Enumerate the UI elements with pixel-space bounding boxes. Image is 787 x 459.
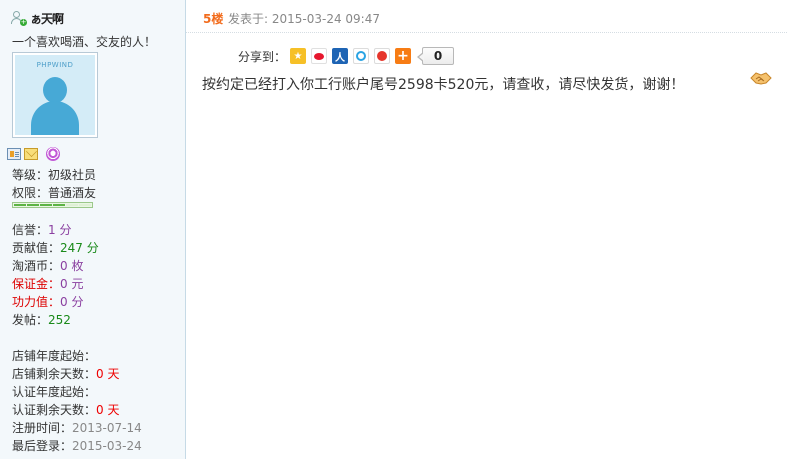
shop-year-start: 店铺年度起始：: [12, 347, 96, 364]
user-sidebar: + ぁ天啊 一个喜欢喝酒、交友的人！ PHPWIND 等级：初级社员 权限：普通…: [0, 0, 186, 459]
permission-label: 权限：: [12, 186, 49, 200]
renren-icon[interactable]: 人: [332, 48, 349, 64]
level-segment: [66, 204, 78, 206]
stat-label: 店铺剩余天数：: [12, 367, 97, 381]
stat-posts: 发帖：252: [12, 311, 71, 328]
stat-label: 贡献值：: [12, 241, 61, 255]
stat-value: 2013-07-14: [72, 421, 142, 435]
shop-days-left: 店铺剩余天数：0 天: [12, 365, 119, 382]
stat-label: 信誉：: [12, 223, 49, 237]
rank-label: 等级：: [12, 168, 49, 182]
stat-label: 认证剩余天数：: [12, 403, 97, 417]
cert-days-left: 认证剩余天数：0 天: [12, 401, 119, 418]
post-body: 按约定已经打入你工行账户尾号2598卡520元，请查收，请尽快发货，谢谢！: [202, 77, 685, 93]
stat-value: 2015-03-24: [72, 439, 142, 453]
share-label: 分享到：: [238, 49, 287, 64]
user-signature: 一个喜欢喝酒、交友的人！: [12, 35, 157, 49]
stat-value: 252: [48, 313, 71, 327]
share-count: 0: [417, 47, 455, 65]
stat-value: 0 分: [60, 295, 84, 309]
rank-value: 初级社员: [48, 168, 97, 182]
stat-value: 1 分: [48, 223, 72, 237]
qzone-icon[interactable]: ★: [290, 48, 307, 64]
stat-reputation: 信誉：1 分: [12, 221, 71, 238]
stat-label: 功力值：: [12, 295, 61, 309]
stat-power: 功力值：0 分: [12, 293, 83, 310]
pengyou-icon[interactable]: [353, 48, 370, 64]
stat-label: 最后登录：: [12, 439, 73, 453]
stat-label: 注册时间：: [12, 421, 73, 435]
kaixin-icon[interactable]: [374, 48, 391, 64]
profile-icon[interactable]: [7, 148, 21, 160]
stat-value: 247 分: [60, 241, 99, 255]
username-row: + ぁ天啊: [10, 9, 64, 27]
last-login: 最后登录：2015-03-24: [12, 437, 142, 454]
add-friend-icon[interactable]: +: [10, 11, 27, 26]
more-share-icon[interactable]: +: [395, 48, 412, 64]
weibo-icon[interactable]: [311, 48, 328, 64]
level-progress-bar: [12, 202, 93, 208]
post-timestamp: 发表于: 2015-03-24 09:47: [228, 12, 380, 26]
level-segment: [53, 204, 65, 206]
stat-value: 0 天: [96, 403, 120, 417]
level-segment: [79, 204, 91, 206]
stat-value: 0 枚: [60, 259, 84, 273]
stat-value: 0 元: [60, 277, 84, 291]
stat-label: 淘酒币：: [12, 259, 61, 273]
username[interactable]: ぁ天啊: [30, 10, 64, 27]
avatar[interactable]: PHPWIND: [12, 52, 98, 138]
stat-label: 店铺年度起始：: [12, 349, 97, 363]
cert-year-start: 认证年度起始：: [12, 383, 96, 400]
message-icon[interactable]: [24, 148, 38, 160]
stat-label: 发帖：: [12, 313, 49, 327]
register-time: 注册时间：2013-07-14: [12, 419, 142, 436]
stat-contribution: 贡献值：247 分: [12, 239, 99, 256]
stat-coins: 淘酒币：0 枚: [12, 257, 83, 274]
floor-number[interactable]: 5楼: [203, 10, 223, 27]
share-bar: 分享到： ★ 人 + 0: [238, 46, 455, 66]
handshake-icon: [750, 72, 772, 85]
user-action-icons: [7, 147, 60, 161]
qq-icon[interactable]: [46, 147, 60, 161]
level-segment: [14, 204, 26, 206]
post-content: 5楼 发表于: 2015-03-24 09:47 分享到： ★ 人 + 0 按约…: [186, 0, 787, 459]
stat-value: 0 天: [96, 367, 120, 381]
post-header: 5楼 发表于: 2015-03-24 09:47: [186, 0, 787, 33]
stat-label: 保证金：: [12, 277, 61, 291]
stat-label: 认证年度起始：: [12, 385, 97, 399]
permission-value: 普通酒友: [48, 186, 97, 200]
permission-row: 权限：普通酒友: [12, 184, 96, 201]
rank-row: 等级：初级社员: [12, 166, 96, 183]
avatar-brand-text: PHPWIND: [36, 61, 74, 69]
stat-deposit: 保证金：0 元: [12, 275, 83, 292]
level-segment: [27, 204, 39, 206]
level-segment: [40, 204, 52, 206]
